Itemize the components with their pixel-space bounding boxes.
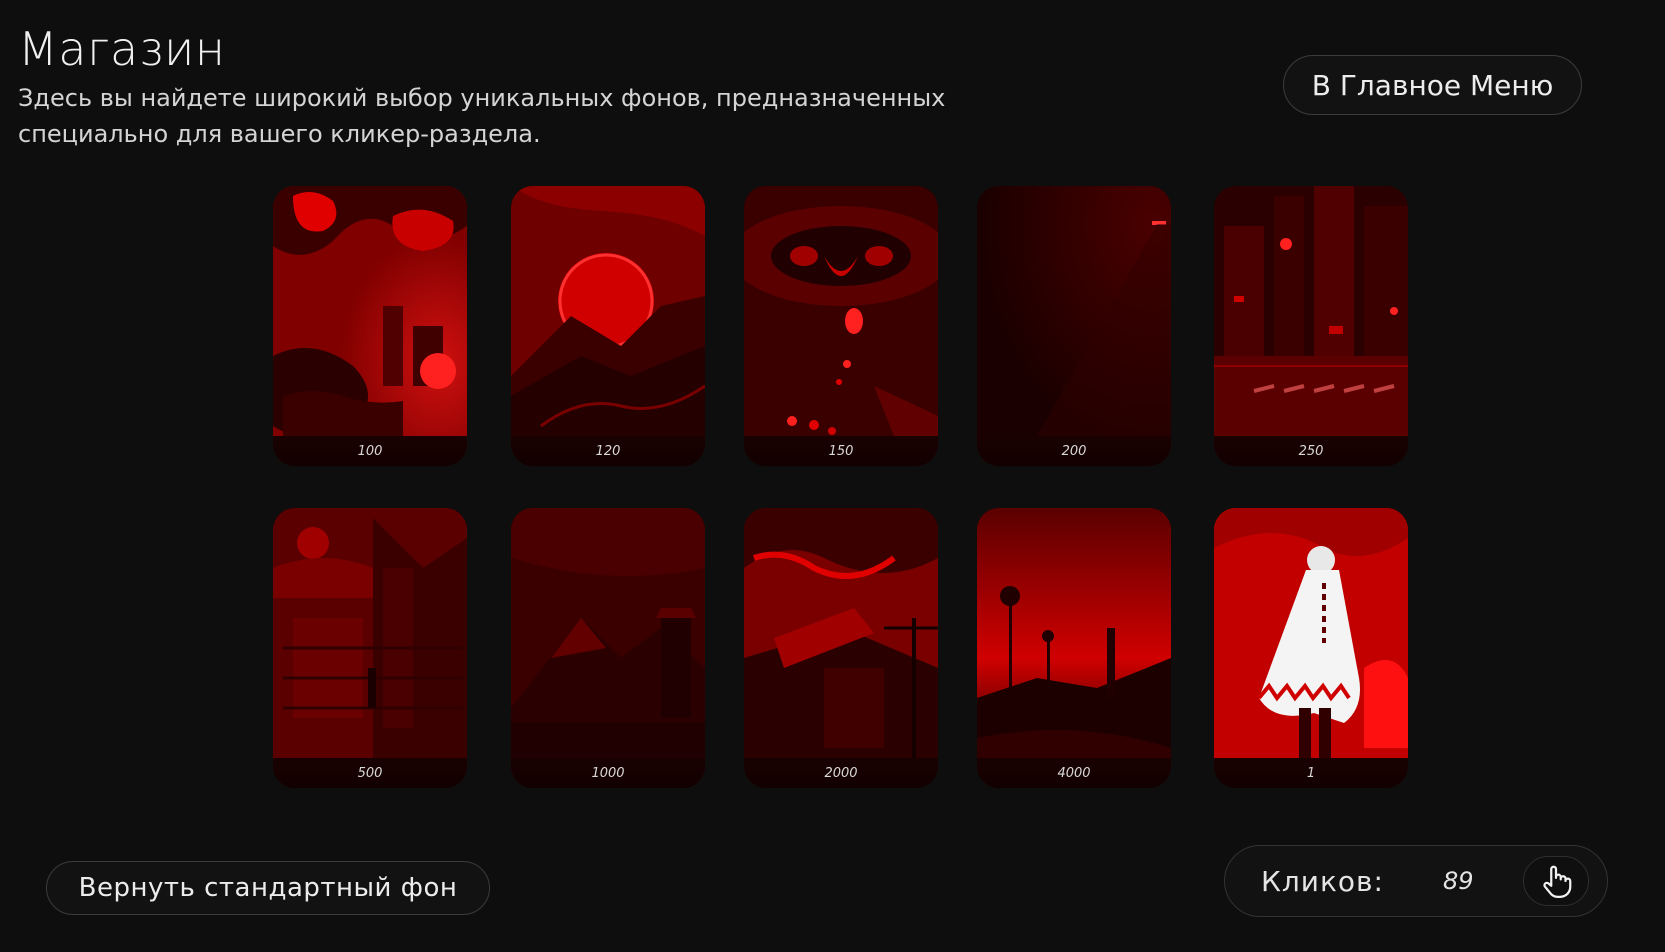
page-subtitle: Здесь вы найдете широкий выбор уникальны… [18,84,946,148]
background-preview-image [744,186,938,436]
background-preview-image [977,186,1171,436]
clicks-value: 89 [1443,867,1474,895]
price-label: 120 [511,436,705,466]
background-preview-image [511,186,705,436]
shop-page: Магазин Здесь вы найдете широкий выбор у… [0,0,1665,952]
background-card[interactable]: 120 [511,186,705,466]
click-counter: Кликов: 89 [1224,845,1608,917]
background-card[interactable]: 150 [744,186,938,466]
price-label: 4000 [977,758,1171,788]
price-label: 200 [977,436,1171,466]
background-preview-image [1214,508,1408,758]
click-button[interactable] [1523,856,1589,906]
background-preview-image [1214,186,1408,436]
price-label: 250 [1214,436,1408,466]
hand-pointer-icon [1543,865,1572,898]
background-card[interactable]: 100 [273,186,467,466]
price-label: 2000 [744,758,938,788]
background-preview-image [273,508,467,758]
background-preview-image [511,508,705,758]
background-card[interactable]: 1000 [511,508,705,788]
main-menu-button[interactable]: В Главное Меню [1283,55,1582,115]
background-card[interactable]: 250 [1214,186,1408,466]
background-preview-image [744,508,938,758]
background-card[interactable]: 4000 [977,508,1171,788]
price-label: 150 [744,436,938,466]
background-preview-image [977,508,1171,758]
price-label: 1000 [511,758,705,788]
price-label: 100 [273,436,467,466]
price-label: 500 [273,758,467,788]
background-card[interactable]: 200 [977,186,1171,466]
background-card[interactable]: 500 [273,508,467,788]
background-card[interactable]: 2000 [744,508,938,788]
background-card[interactable]: 1 [1214,508,1408,788]
reset-background-button[interactable]: Вернуть стандартный фон [46,861,490,915]
price-label: 1 [1214,758,1408,788]
page-title: Магазин [18,22,226,76]
background-preview-image [273,186,467,436]
clicks-label: Кликов: [1261,865,1384,898]
